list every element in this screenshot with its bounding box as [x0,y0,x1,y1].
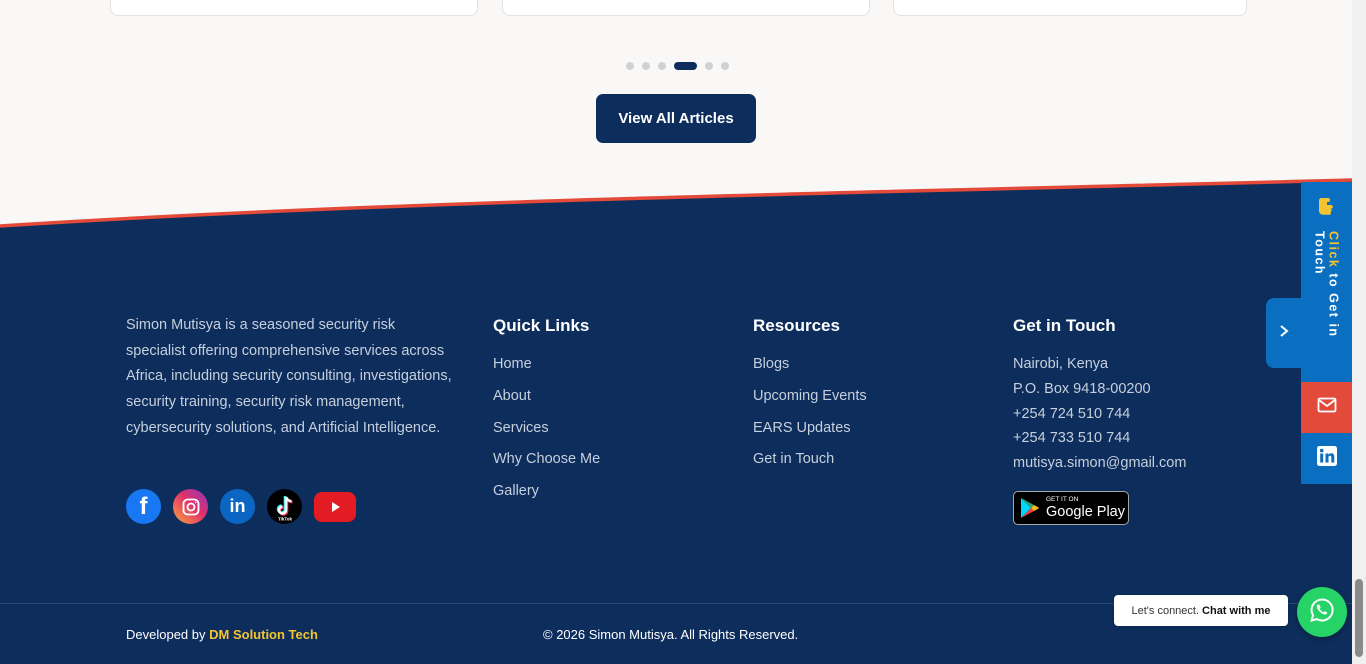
footer-link-services[interactable]: Services [493,420,600,452]
footer-link-gallery[interactable]: Gallery [493,483,600,515]
resources-title: Resources [753,316,840,335]
chevron-right-icon [1279,324,1289,343]
side-linkedin-button[interactable] [1301,433,1352,484]
carousel-dot[interactable] [658,62,666,70]
view-all-articles-button[interactable]: View All Articles [596,94,756,143]
quick-links-column: Quick Links Home About Services Why Choo… [493,316,600,515]
article-card[interactable] [502,0,870,16]
chat-prompt-bubble[interactable]: Let's connect. Chat with me [1114,595,1288,626]
carousel-dot[interactable] [705,62,713,70]
google-play-icon [1021,498,1039,518]
copyright-text: © 2026 Simon Mutisya. All Rights Reserve… [543,627,799,642]
social-links: f in TikTok [126,489,356,524]
carousel-dot[interactable] [721,62,729,70]
store-name-label: Google Play [1046,503,1125,520]
developer-link[interactable]: DM Solution Tech [209,627,318,642]
tiktok-label: TikTok [277,516,292,521]
wave-divider [0,178,1352,248]
linkedin-icon [1316,446,1337,471]
page-scrollbar[interactable] [1352,0,1366,664]
store-small-label: GET IT ON [1046,496,1079,503]
mail-icon [1317,397,1337,418]
side-panel-toggle[interactable] [1266,298,1302,368]
contact-po-box: P.O. Box 9418-00200 [1013,380,1151,397]
article-card[interactable] [110,0,478,16]
google-play-badge[interactable]: GET IT ON Google Play [1013,491,1129,525]
carousel-dot[interactable] [642,62,650,70]
developer-credit: Developed by DM Solution Tech [126,627,318,642]
contact-title: Get in Touch [1013,316,1116,335]
youtube-icon[interactable] [314,491,356,522]
chat-action-text: Chat with me [1202,604,1271,617]
footer-link-blogs[interactable]: Blogs [753,356,867,388]
scrollbar-thumb[interactable] [1355,579,1363,657]
contact-phone-2[interactable]: +254 733 510 744 [1013,430,1186,455]
whatsapp-icon [1309,597,1335,628]
instagram-icon[interactable] [173,489,208,524]
article-card[interactable] [893,0,1247,16]
get-in-touch-tab[interactable]: Click to Get in Touch [1301,182,1352,382]
developed-by-label: Developed by [126,627,206,642]
footer-about-text: Simon Mutisya is a seasoned security ris… [126,317,452,436]
side-email-button[interactable] [1301,382,1352,433]
contact-phone-1[interactable]: +254 724 510 744 [1013,406,1186,431]
footer-link-home[interactable]: Home [493,356,600,388]
contact-location: Nairobi, Kenya [1013,356,1109,372]
footer-link-ears-updates[interactable]: EARS Updates [753,420,867,452]
facebook-icon[interactable]: f [126,489,161,524]
whatsapp-chat-button[interactable] [1297,587,1347,637]
carousel-dot[interactable] [626,62,634,70]
contact-email[interactable]: mutisya.simon@gmail.com [1013,455,1186,480]
footer-link-about[interactable]: About [493,388,600,420]
contact-column: Get in Touch Nairobi, Kenya P.O. Box 941… [1013,316,1186,480]
pointing-hand-icon [1317,196,1337,223]
resources-column: Resources Blogs Upcoming Events EARS Upd… [753,316,867,483]
quick-links-title: Quick Links [493,316,590,335]
carousel-dot-active[interactable] [674,62,697,70]
linkedin-icon[interactable]: in [220,489,255,524]
get-in-touch-label: Click to Get in Touch [1312,231,1341,338]
footer-link-get-in-touch[interactable]: Get in Touch [753,451,867,483]
carousel-pagination [626,62,729,70]
tiktok-icon[interactable]: TikTok [267,489,302,524]
footer-link-upcoming-events[interactable]: Upcoming Events [753,388,867,420]
footer-link-why-choose-me[interactable]: Why Choose Me [493,451,600,483]
chat-prompt-text: Let's connect. [1131,604,1200,617]
